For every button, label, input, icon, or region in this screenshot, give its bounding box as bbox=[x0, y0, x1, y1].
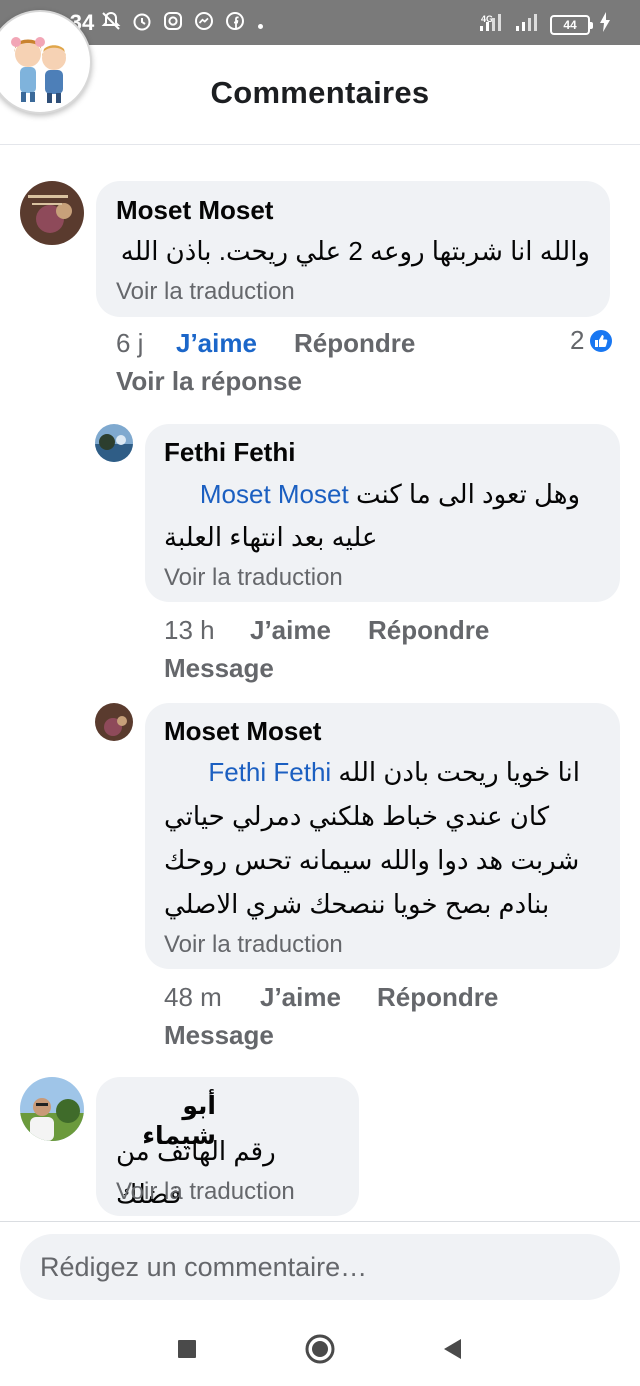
reaction-count[interactable]: 2 bbox=[570, 325, 615, 356]
alarm-icon bbox=[131, 10, 153, 32]
battery-level: 44 bbox=[563, 17, 577, 32]
like-button[interactable]: J’aime bbox=[250, 615, 331, 646]
comment-text-line: كان عندي خباط هلكني دمرلي حياتي bbox=[164, 801, 550, 831]
see-translation-link[interactable]: Voir la traduction bbox=[164, 564, 343, 592]
comment-text-line: عليه بعد انتهاء العلبة bbox=[164, 522, 378, 552]
like-button[interactable]: J’aime bbox=[176, 328, 257, 359]
see-translation-link[interactable]: Voir la traduction bbox=[116, 278, 295, 306]
comment-time: 13 h bbox=[164, 615, 215, 645]
mention-link[interactable]: Fethi Fethi bbox=[208, 757, 331, 787]
home-button[interactable] bbox=[304, 1333, 336, 1365]
avatar[interactable] bbox=[95, 424, 133, 462]
reply-button[interactable]: Répondre bbox=[294, 328, 415, 359]
comment-text-line: وهل تعود الى ما كنت bbox=[355, 479, 580, 509]
comment-text-line: انا خويا ريحت بادن الله bbox=[338, 757, 580, 787]
system-nav-bar bbox=[0, 1311, 640, 1386]
comment-author[interactable]: Fethi Fethi bbox=[164, 437, 295, 468]
see-reply-link[interactable]: Voir la réponse bbox=[116, 366, 302, 397]
comment-time: 6 j bbox=[116, 328, 144, 358]
like-button[interactable]: J’aime bbox=[260, 982, 341, 1013]
avatar[interactable] bbox=[20, 181, 84, 245]
comment-time: 48 m bbox=[164, 982, 222, 1012]
see-translation-link[interactable]: Voir la traduction bbox=[164, 931, 343, 959]
comment-author[interactable]: Moset Moset bbox=[164, 716, 321, 747]
notification-dot bbox=[258, 24, 263, 29]
comment-text: والله انا شربتها روعه 2 علي ريحت. باذن ا… bbox=[120, 236, 590, 266]
reaction-count-label: 2 bbox=[570, 325, 585, 355]
avatar[interactable] bbox=[20, 1077, 84, 1141]
back-button[interactable] bbox=[436, 1333, 468, 1365]
battery-icon: 44 bbox=[550, 14, 593, 35]
message-button[interactable]: Message bbox=[164, 653, 274, 684]
comment-text-line: شربت هد دوا والله سيمانه تحس روحك bbox=[164, 845, 580, 875]
comment-input[interactable] bbox=[20, 1234, 620, 1300]
square-icon bbox=[178, 1340, 196, 1358]
thumbs-up-icon bbox=[588, 327, 615, 354]
messenger-icon bbox=[193, 10, 215, 32]
recents-button[interactable] bbox=[171, 1333, 203, 1365]
reply-button[interactable]: Répondre bbox=[377, 982, 498, 1013]
reply-button[interactable]: Répondre bbox=[368, 615, 489, 646]
charging-icon bbox=[598, 11, 612, 38]
home-circle-icon bbox=[305, 1334, 335, 1364]
muted-notifications-icon bbox=[100, 10, 122, 32]
signal-icon bbox=[478, 11, 506, 38]
instagram-icon bbox=[162, 10, 184, 32]
comment-composer bbox=[20, 1234, 620, 1300]
signal-icon bbox=[514, 11, 542, 38]
comment-text: انا خويا ريحت بادن الله Fethi Fethi bbox=[164, 751, 580, 794]
comment-composer-bar bbox=[0, 1221, 640, 1311]
comment-text: وهل تعود الى ما كنت Moset Moset bbox=[164, 473, 580, 516]
status-bar: 17:34 4G 44 bbox=[0, 0, 640, 45]
see-translation-link[interactable]: Voir la traduction bbox=[116, 1178, 295, 1206]
mention-link[interactable]: Moset Moset bbox=[200, 479, 349, 509]
back-triangle-icon bbox=[444, 1339, 461, 1359]
comment-text-line: بنادم بصح خويا ننصحك شري الاصلي bbox=[164, 889, 550, 919]
message-button[interactable]: Message bbox=[164, 1020, 274, 1051]
page-title: Commentaires bbox=[210, 75, 430, 110]
header: Commentaires bbox=[0, 45, 640, 145]
comment-author[interactable]: Moset Moset bbox=[116, 195, 273, 226]
avatar[interactable] bbox=[95, 703, 133, 741]
facebook-icon bbox=[224, 10, 246, 32]
